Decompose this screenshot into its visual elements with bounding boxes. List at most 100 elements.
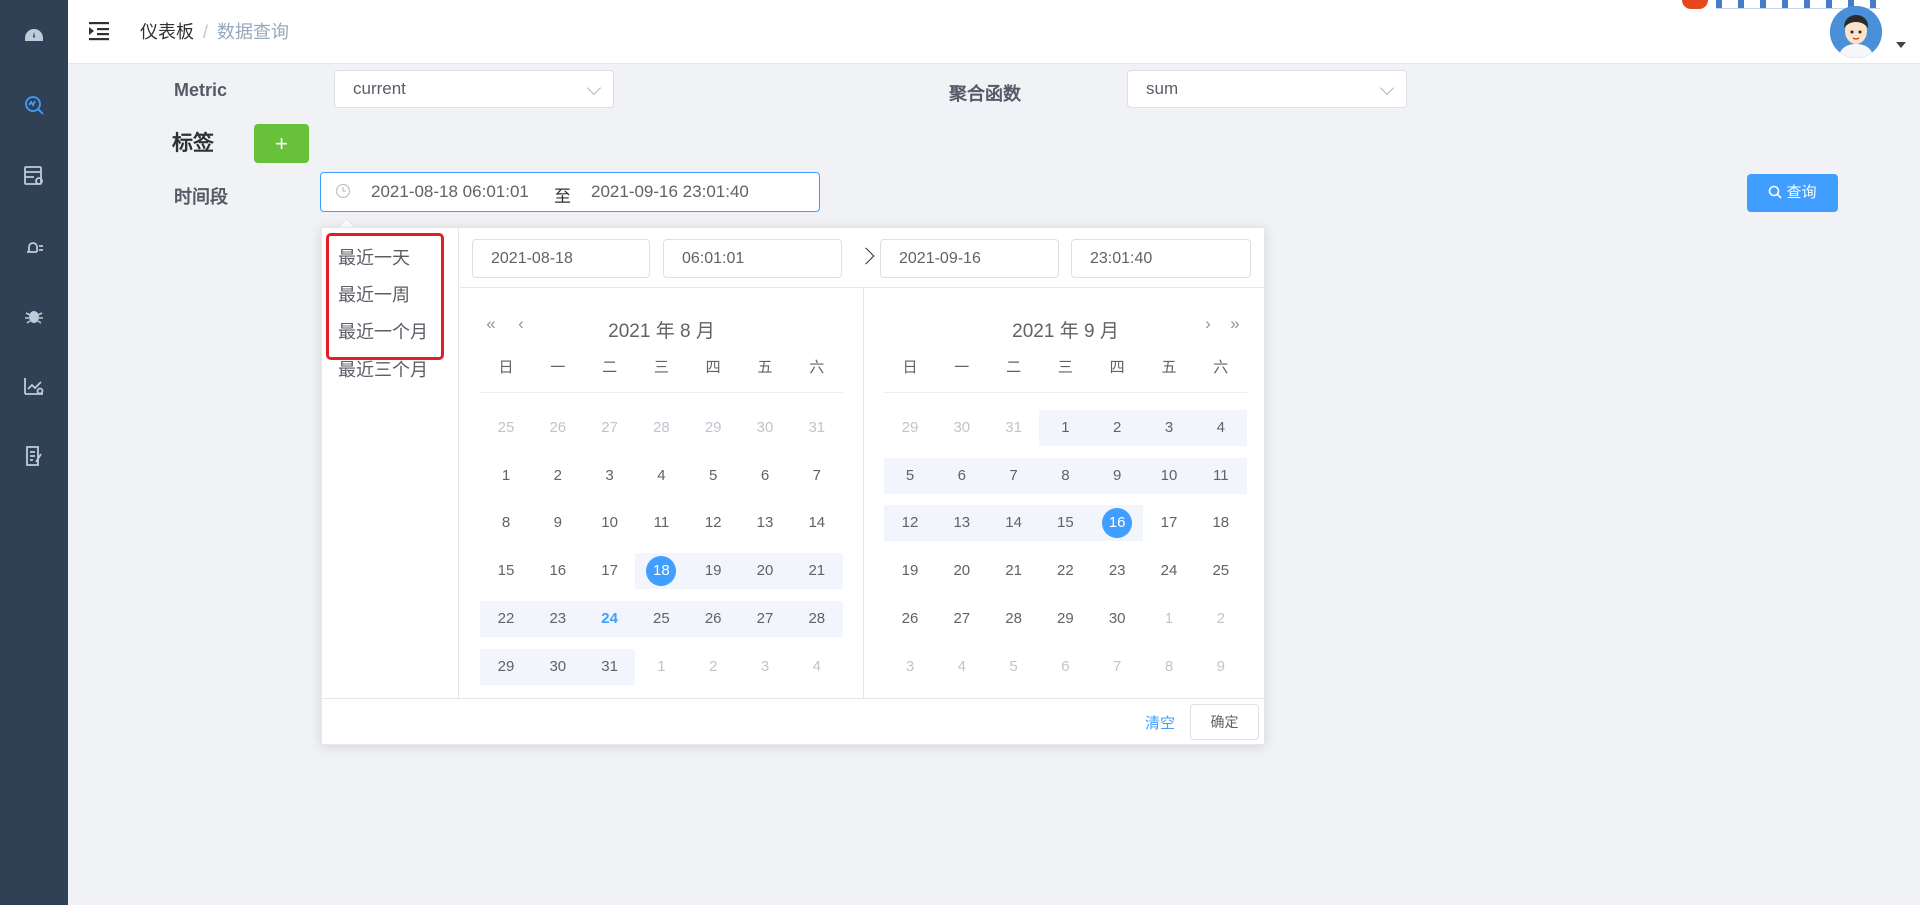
calendar-day[interactable]: 16	[1091, 505, 1143, 541]
range-start-text[interactable]: 2021-08-18 06:01:01	[371, 182, 529, 202]
shortcut-last-week[interactable]: 最近一周	[338, 281, 410, 307]
bug-icon[interactable]	[22, 304, 46, 328]
query-button[interactable]: 查询	[1747, 174, 1838, 212]
calendar-day[interactable]: 28	[988, 601, 1040, 637]
calendar-day[interactable]: 23	[532, 601, 584, 637]
calendar-day[interactable]: 10	[584, 505, 636, 541]
calendar-day[interactable]: 23	[1091, 553, 1143, 589]
calendar-day[interactable]: 31	[988, 410, 1040, 446]
calendar-day[interactable]: 29	[687, 410, 739, 446]
hamburger-icon[interactable]	[86, 18, 112, 44]
calendar-day[interactable]: 1	[1039, 410, 1091, 446]
calendar-day[interactable]: 7	[791, 458, 843, 494]
calendar-day[interactable]: 26	[532, 410, 584, 446]
calendar-day[interactable]: 17	[1143, 505, 1195, 541]
calendar-day[interactable]: 24	[1143, 553, 1195, 589]
next-month-icon[interactable]: ›	[1199, 314, 1217, 334]
range-end-text[interactable]: 2021-09-16 23:01:40	[591, 182, 749, 202]
calendar-day[interactable]: 19	[687, 553, 739, 589]
calendar-day[interactable]: 12	[884, 505, 936, 541]
calendar-day[interactable]: 28	[635, 410, 687, 446]
calendar-day[interactable]: 4	[936, 649, 988, 685]
calendar-day[interactable]: 1	[1143, 601, 1195, 637]
calendar-day[interactable]: 9	[1195, 649, 1247, 685]
calendar-day[interactable]: 6	[936, 458, 988, 494]
calendar-day[interactable]: 21	[988, 553, 1040, 589]
calendar-day[interactable]: 6	[1039, 649, 1091, 685]
calendar-day[interactable]: 25	[480, 410, 532, 446]
calendar-day[interactable]: 30	[532, 649, 584, 685]
calendar-day[interactable]: 15	[480, 553, 532, 589]
start-date-input[interactable]: 2021-08-18	[472, 239, 650, 278]
calendar-day[interactable]: 20	[739, 553, 791, 589]
calendar-day[interactable]: 12	[687, 505, 739, 541]
calendar-day[interactable]: 25	[1195, 553, 1247, 589]
data-query-icon[interactable]	[22, 93, 46, 117]
calendar-day[interactable]: 7	[1091, 649, 1143, 685]
calendar-day[interactable]: 2	[1091, 410, 1143, 446]
calendar-day[interactable]: 5	[687, 458, 739, 494]
calendar-day[interactable]: 26	[687, 601, 739, 637]
server-config-icon[interactable]	[22, 164, 46, 188]
calendar-day[interactable]: 3	[884, 649, 936, 685]
calendar-day[interactable]: 30	[936, 410, 988, 446]
calendar-day[interactable]: 15	[1039, 505, 1091, 541]
calendar-day[interactable]: 9	[1091, 458, 1143, 494]
chevron-down-icon[interactable]	[1896, 42, 1906, 48]
calendar-day[interactable]: 22	[1039, 553, 1091, 589]
breadcrumb-home[interactable]: 仪表板	[140, 22, 194, 42]
calendar-day[interactable]: 16	[532, 553, 584, 589]
date-range-input[interactable]: 2021-08-18 06:01:01 至 2021-09-16 23:01:4…	[320, 172, 820, 212]
calendar-day[interactable]: 4	[635, 458, 687, 494]
calendar-day[interactable]: 17	[584, 553, 636, 589]
dashboard-icon[interactable]	[22, 24, 46, 48]
calendar-day[interactable]: 8	[1143, 649, 1195, 685]
calendar-day[interactable]: 9	[532, 505, 584, 541]
add-tag-button[interactable]: +	[254, 124, 309, 163]
calendar-day[interactable]: 7	[988, 458, 1040, 494]
calendar-day[interactable]: 5	[884, 458, 936, 494]
calendar-day[interactable]: 1	[635, 649, 687, 685]
calendar-day[interactable]: 3	[739, 649, 791, 685]
calendar-day[interactable]: 2	[687, 649, 739, 685]
avatar[interactable]	[1830, 6, 1882, 58]
calendar-day[interactable]: 4	[791, 649, 843, 685]
calendar-day[interactable]: 29	[1039, 601, 1091, 637]
calendar-day[interactable]: 19	[884, 553, 936, 589]
shortcut-last-three-months[interactable]: 最近三个月	[338, 356, 428, 382]
calendar-day[interactable]: 14	[791, 505, 843, 541]
calendar-day[interactable]: 2	[532, 458, 584, 494]
calendar-day[interactable]: 14	[988, 505, 1040, 541]
calendar-day[interactable]: 11	[1195, 458, 1247, 494]
calendar-day[interactable]: 29	[480, 649, 532, 685]
calendar-day[interactable]: 28	[791, 601, 843, 637]
calendar-day[interactable]: 8	[1039, 458, 1091, 494]
calendar-day[interactable]: 25	[635, 601, 687, 637]
report-icon[interactable]	[22, 444, 46, 468]
clear-button[interactable]: 清空	[1145, 712, 1175, 733]
calendar-day[interactable]: 10	[1143, 458, 1195, 494]
calendar-day[interactable]: 20	[936, 553, 988, 589]
calendar-day[interactable]: 1	[480, 458, 532, 494]
calendar-day[interactable]: 22	[480, 601, 532, 637]
calendar-day[interactable]: 30	[739, 410, 791, 446]
calendar-day[interactable]: 31	[791, 410, 843, 446]
calendar-day[interactable]: 27	[739, 601, 791, 637]
calendar-day[interactable]: 4	[1195, 410, 1247, 446]
calendar-day[interactable]: 2	[1195, 601, 1247, 637]
start-time-input[interactable]: 06:01:01	[663, 239, 842, 278]
calendar-day[interactable]: 5	[988, 649, 1040, 685]
confirm-button[interactable]: 确定	[1190, 704, 1259, 740]
agg-select[interactable]: sum	[1127, 70, 1407, 108]
calendar-day[interactable]: 29	[884, 410, 936, 446]
chart-settings-icon[interactable]	[22, 374, 46, 398]
end-date-input[interactable]: 2021-09-16	[880, 239, 1059, 278]
calendar-day[interactable]: 27	[936, 601, 988, 637]
calendar-day[interactable]: 21	[791, 553, 843, 589]
shortcut-last-day[interactable]: 最近一天	[338, 244, 410, 270]
calendar-day[interactable]: 11	[635, 505, 687, 541]
alarm-icon[interactable]	[22, 234, 46, 258]
calendar-day[interactable]: 31	[584, 649, 636, 685]
calendar-day[interactable]: 3	[1143, 410, 1195, 446]
calendar-day[interactable]: 26	[884, 601, 936, 637]
